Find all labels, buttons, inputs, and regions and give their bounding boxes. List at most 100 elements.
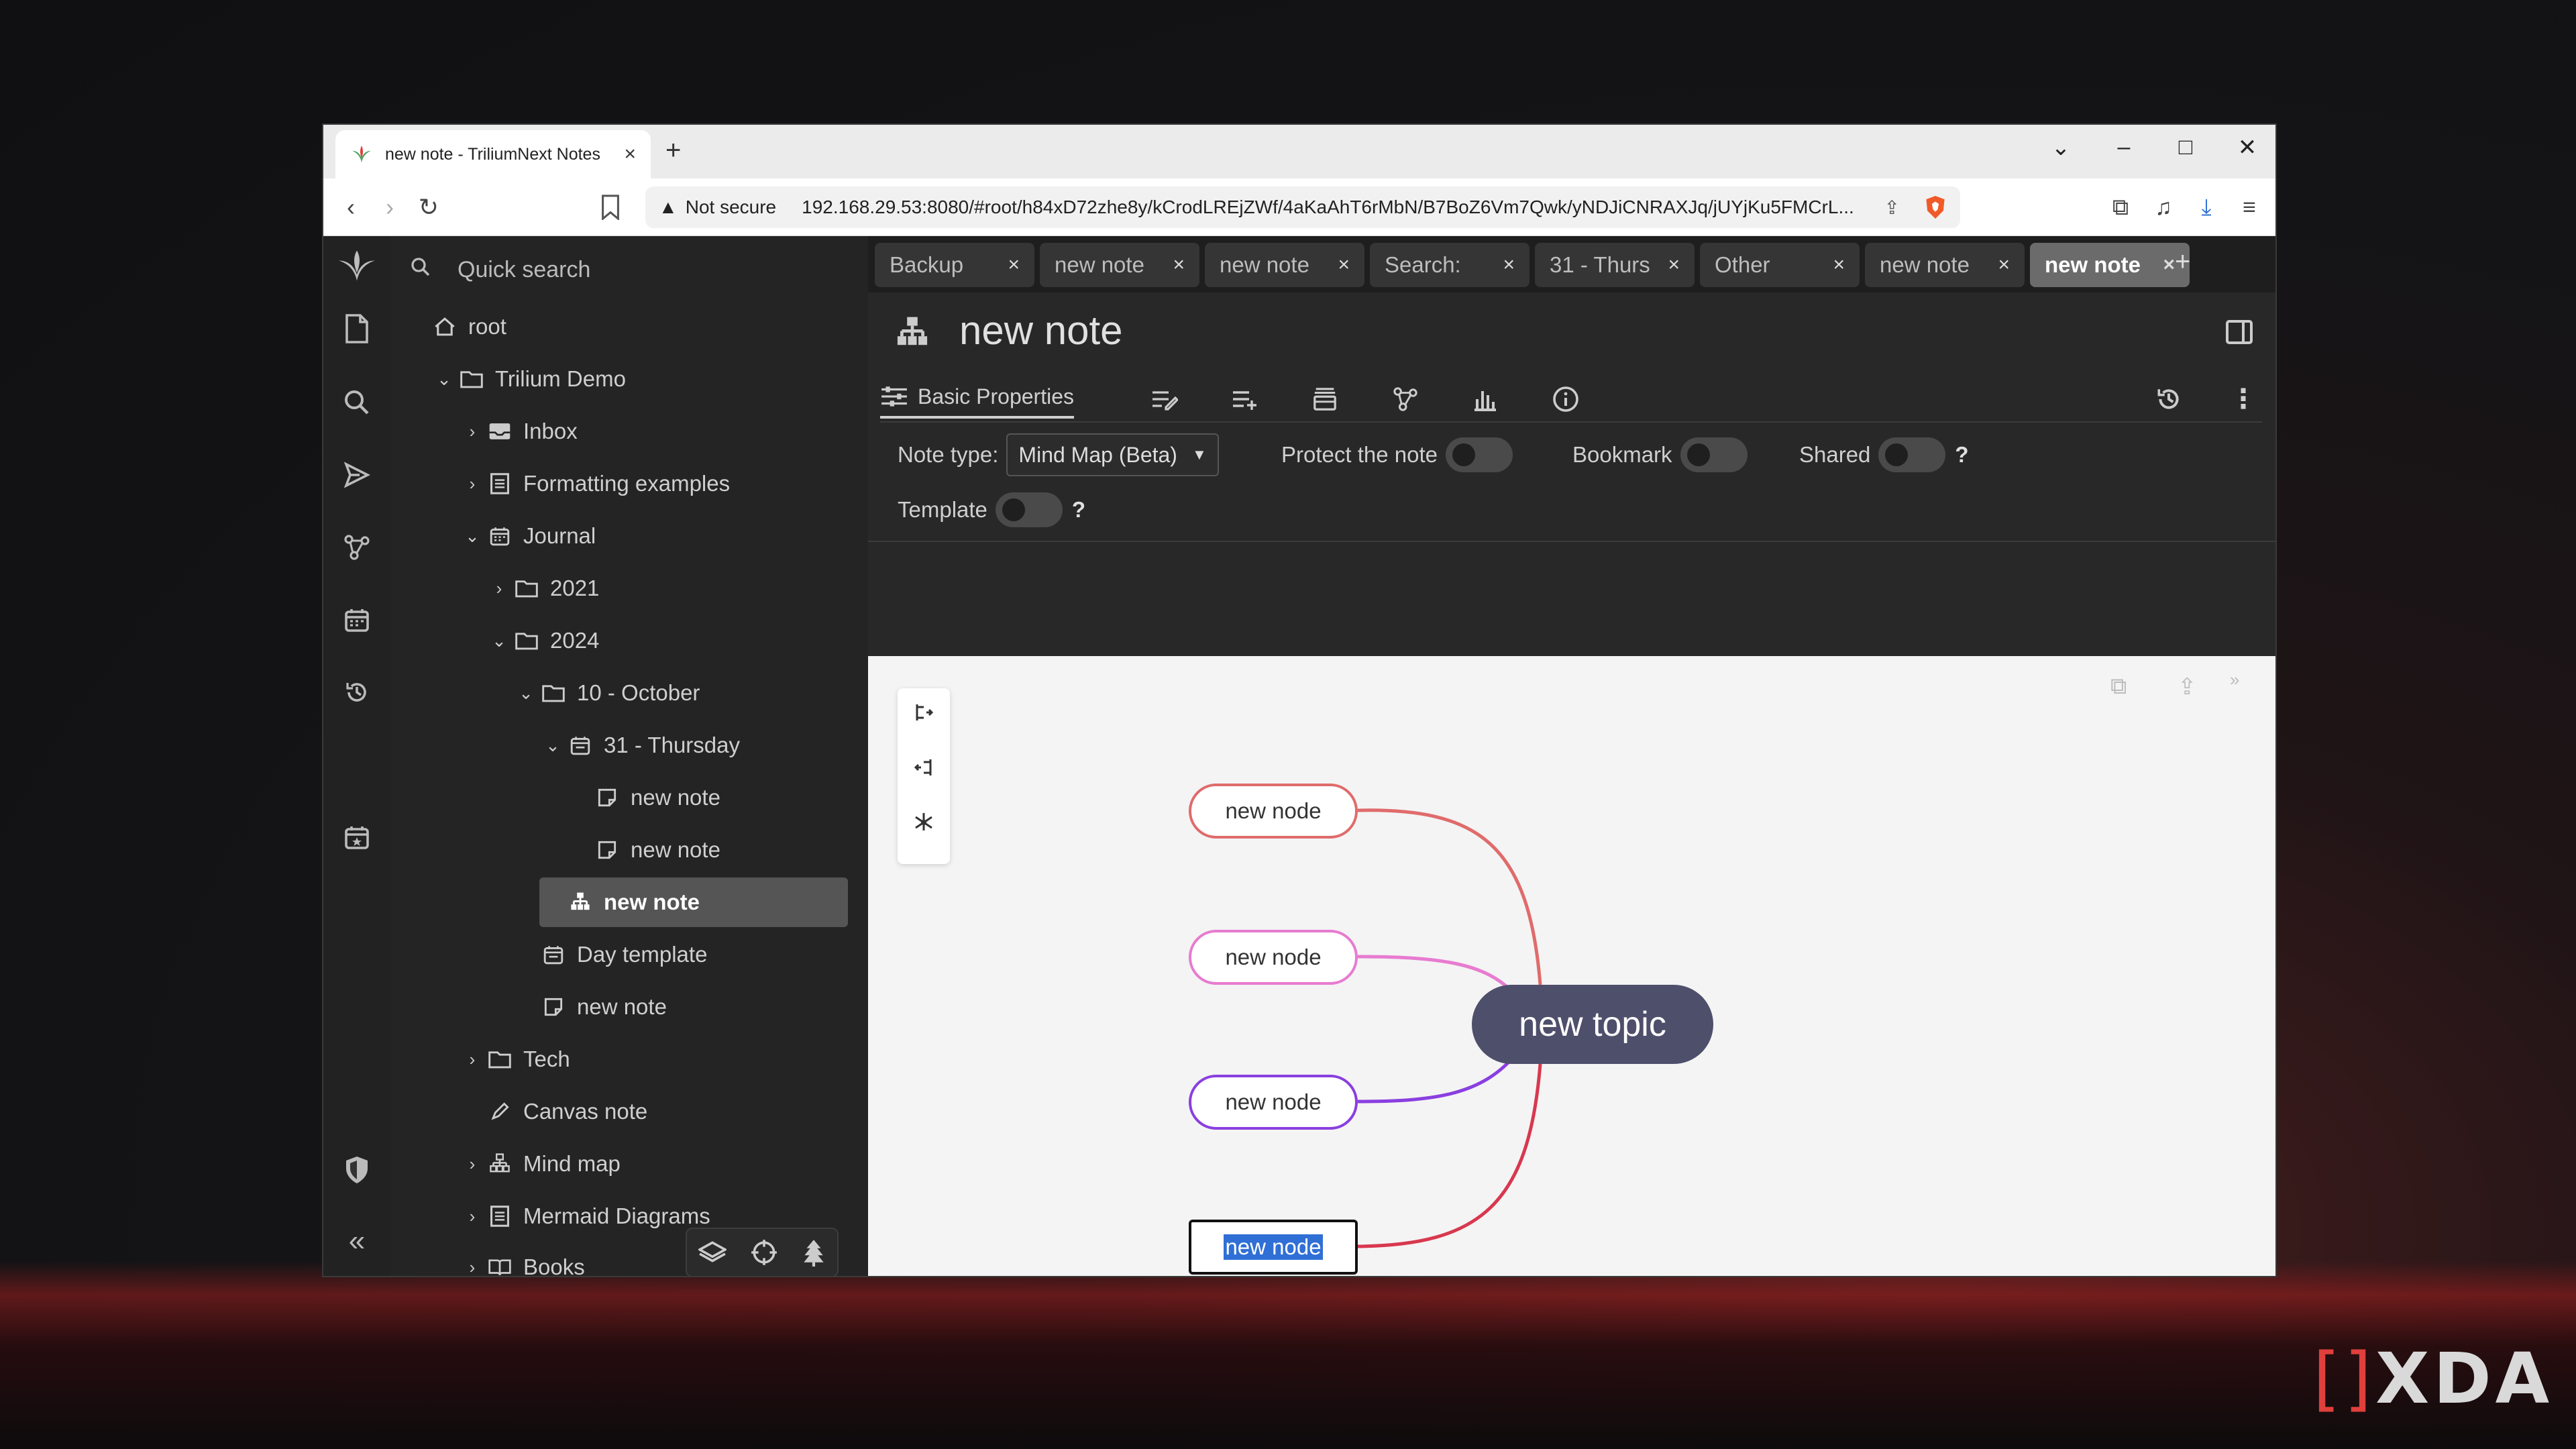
send-icon[interactable] [337, 455, 377, 495]
close-tab-icon[interactable]: × [624, 143, 636, 166]
tab-similar-notes[interactable] [1473, 380, 1497, 419]
bookmark-icon[interactable] [600, 195, 621, 220]
add-tab-button[interactable]: + [2175, 247, 2190, 277]
new-tab-button[interactable]: + [665, 136, 681, 166]
close-icon[interactable]: × [1338, 254, 1350, 276]
chevron-right-icon[interactable]: › [459, 1154, 486, 1175]
note-tab[interactable]: new note × [1205, 243, 1364, 287]
chevron-right-icon[interactable]: › [459, 421, 486, 442]
url-text[interactable]: 192.168.29.53:8080/#root/h84xD72zhe8y/kC… [802, 197, 1870, 218]
chevron-right-icon[interactable]: › [459, 1049, 486, 1070]
template-help-icon[interactable]: ? [1072, 497, 1085, 523]
tree-item-2024[interactable]: ⌄ 2024 [486, 616, 599, 665]
tree-item-2021[interactable]: › 2021 [486, 564, 600, 613]
note-tab[interactable]: new note × [1040, 243, 1199, 287]
note-title[interactable]: new note [959, 307, 1123, 354]
note-tab[interactable]: Search: × [1370, 243, 1529, 287]
close-icon[interactable]: × [1998, 254, 2010, 276]
export-icon[interactable]: ⇪ [2178, 674, 2197, 700]
tab-owned-attributes[interactable] [1151, 380, 1178, 419]
tree-item-formatting-examples[interactable]: › Formatting examples [459, 459, 730, 508]
tree-item-tech[interactable]: › Tech [459, 1034, 570, 1084]
today-icon[interactable] [337, 817, 377, 857]
chevron-right-icon[interactable]: › [459, 1206, 486, 1227]
close-icon[interactable]: × [1503, 254, 1515, 276]
note-tab[interactable]: 31 - Thurs × [1535, 243, 1695, 287]
tree-icon[interactable] [802, 1238, 826, 1267]
tab-note-map[interactable] [1393, 380, 1418, 419]
minimize-icon[interactable]: – [2104, 134, 2144, 160]
mind-map-node-selected[interactable]: new node [1189, 1220, 1358, 1275]
expand-icon[interactable]: » [2230, 669, 2239, 690]
chevron-down-icon[interactable]: ⌄ [459, 526, 486, 547]
chevron-down-icon[interactable]: ⌄ [513, 683, 539, 704]
tree-item-new-note-active[interactable]: new note [539, 877, 848, 927]
tree-item-new-note-1[interactable]: new note [566, 773, 720, 822]
tree-item-31-thursday[interactable]: ⌄ 31 - Thursday [539, 720, 740, 770]
search-icon[interactable] [337, 382, 377, 423]
tree-item-new-note-2[interactable]: new note [566, 825, 720, 875]
new-note-icon[interactable] [337, 309, 377, 349]
tab-inherited-attributes[interactable] [1232, 380, 1258, 419]
maximize-icon[interactable]: □ [2165, 134, 2206, 160]
mind-map-root-topic[interactable]: new topic [1472, 985, 1713, 1064]
tree-item-mermaid-diagrams[interactable]: › Mermaid Diagrams [459, 1191, 710, 1241]
note-map-icon[interactable] [337, 527, 377, 568]
close-window-icon[interactable]: ✕ [2227, 134, 2267, 161]
shared-help-icon[interactable]: ? [1955, 442, 1968, 468]
chevron-down-icon[interactable]: ⌄ [431, 369, 458, 390]
tree-item-inbox[interactable]: › Inbox [459, 407, 578, 456]
back-icon[interactable]: ‹ [334, 193, 368, 221]
tree-item-root[interactable]: root [404, 302, 506, 352]
close-icon[interactable]: × [1173, 254, 1185, 276]
mind-map-canvas[interactable]: ⧉ ⇪ » new node new node new node new nod… [868, 656, 2275, 1276]
tree-item-canvas-note[interactable]: Canvas note [459, 1087, 647, 1136]
history-icon[interactable] [337, 672, 377, 712]
mind-map-node[interactable]: new node [1189, 1075, 1358, 1130]
shared-toggle[interactable] [1878, 437, 1946, 472]
tree-item-mind-map[interactable]: › Mind map [459, 1139, 621, 1189]
note-tab[interactable]: Backup × [875, 243, 1034, 287]
collapse-sidebar-icon[interactable]: « [337, 1221, 377, 1261]
close-icon[interactable]: × [1833, 254, 1845, 276]
tree-item-new-note-3[interactable]: new note [513, 982, 667, 1032]
mind-map-icon[interactable] [895, 315, 930, 354]
close-icon[interactable]: × [2163, 254, 2175, 276]
note-tab-active[interactable]: new note × [2030, 243, 2190, 287]
layers-icon[interactable] [698, 1239, 727, 1266]
browser-tab[interactable]: new note - TriliumNext Notes × [335, 130, 651, 178]
layout-left-icon[interactable] [909, 753, 938, 782]
close-icon[interactable]: × [1008, 254, 1020, 276]
note-type-select[interactable]: Mind Map (Beta) ▼ [1006, 433, 1219, 476]
protect-note-toggle[interactable] [1445, 437, 1513, 472]
more-options-icon[interactable]: ⋮ [2230, 380, 2257, 419]
tree-item-trilium-demo[interactable]: ⌄ Trilium Demo [431, 354, 626, 404]
toggle-right-pane-icon[interactable] [2226, 319, 2253, 348]
chevron-right-icon[interactable]: › [459, 1257, 486, 1277]
tab-basic-properties[interactable]: Basic Properties [880, 380, 1074, 419]
crosshair-icon[interactable] [750, 1238, 778, 1267]
layout-side-icon[interactable] [909, 808, 938, 837]
layout-right-icon[interactable] [909, 698, 938, 727]
close-icon[interactable]: × [1668, 254, 1680, 276]
forward-icon[interactable]: › [373, 193, 407, 221]
note-tab[interactable]: new note × [1865, 243, 2025, 287]
chevron-down-icon[interactable]: ⌄ [486, 631, 513, 651]
calendar-icon[interactable] [337, 600, 377, 640]
url-bar[interactable]: ▲ Not secure 192.168.29.53:8080/#root/h8… [645, 186, 1960, 228]
share-icon[interactable]: ⇪ [1884, 197, 1900, 219]
chevron-right-icon[interactable]: › [486, 578, 513, 599]
bookmark-toggle[interactable] [1680, 437, 1748, 472]
menu-icon[interactable]: ≡ [2233, 195, 2266, 221]
media-icon[interactable]: ♫ [2147, 195, 2180, 221]
tree-item-books[interactable]: › Books [459, 1242, 585, 1277]
chevron-right-icon[interactable]: › [459, 474, 486, 494]
mind-map-node[interactable]: new node [1189, 930, 1358, 985]
trilium-logo-icon[interactable] [337, 246, 377, 286]
template-toggle[interactable] [995, 492, 1063, 527]
tree-item-10-october[interactable]: ⌄ 10 - October [513, 668, 700, 718]
tree-item-day-template[interactable]: Day template [513, 930, 707, 979]
tab-note-info[interactable] [1552, 380, 1579, 419]
protected-session-icon[interactable] [337, 1150, 377, 1190]
brave-shields-icon[interactable] [1924, 195, 1947, 220]
